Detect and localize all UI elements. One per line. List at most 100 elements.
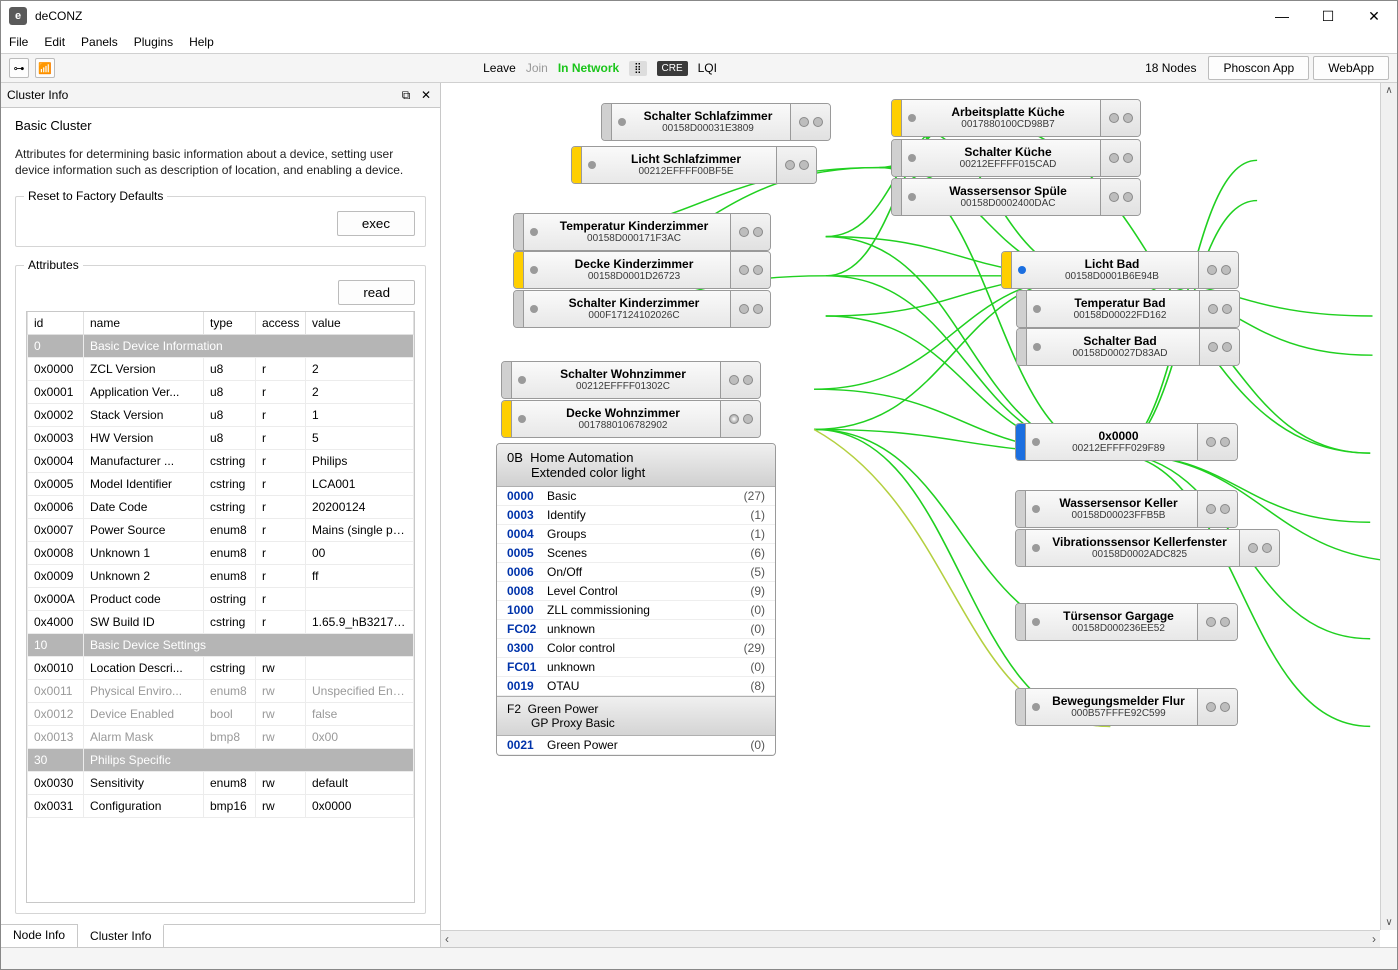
table-row[interactable]: 0x0005Model IdentifiercstringrLCA001 (28, 473, 414, 496)
col-type[interactable]: type (204, 312, 256, 335)
cluster-row[interactable]: 0300Color control(29) (497, 639, 775, 658)
canvas-scrollbar-horizontal[interactable]: ‹› (441, 930, 1380, 947)
cluster-row[interactable]: FC01unknown(0) (497, 658, 775, 677)
close-button[interactable]: ✕ (1351, 1, 1397, 31)
network-node[interactable]: Licht Schlafzimmer 00212EFFFF00BF5E (571, 146, 817, 184)
network-node[interactable]: Schalter Bad 00158D00027D83AD (1016, 328, 1240, 366)
network-canvas[interactable]: 0B Home Automation Extended color light0… (441, 83, 1397, 947)
menu-help[interactable]: Help (189, 35, 214, 49)
cre-badge[interactable]: CRE (657, 61, 688, 76)
table-row[interactable]: 0x0000ZCL Versionu8r2 (28, 358, 414, 381)
network-node[interactable]: Wassersensor Keller 00158D00023FFB5B (1015, 490, 1238, 528)
table-row[interactable]: 0x0011Physical Enviro...enum8rwUnspecifi… (28, 680, 414, 703)
cluster-row[interactable]: 0019OTAU(8) (497, 677, 775, 696)
network-node[interactable]: Bewegungsmelder Flur 000B57FFFE92C599 (1015, 688, 1238, 726)
menu-file[interactable]: File (9, 35, 28, 49)
col-access[interactable]: access (256, 312, 306, 335)
canvas-scrollbar-vertical[interactable]: ∧ ∨ (1380, 83, 1397, 930)
tab-cluster-info[interactable]: Cluster Info (78, 924, 164, 947)
network-node[interactable]: Schalter Kinderzimmer 000F17124102026C (513, 290, 771, 328)
node-endpoint-box[interactable] (720, 362, 760, 398)
table-row[interactable]: 0x0006Date Codecstringr20200124 (28, 496, 414, 519)
connect-icon[interactable]: ⊶ (9, 58, 29, 78)
maximize-button[interactable]: ☐ (1305, 1, 1351, 31)
panel-popout-icon[interactable]: ⧉ (398, 87, 414, 103)
network-node[interactable]: Schalter Küche 00212EFFFF015CAD (891, 139, 1141, 177)
panel-close-icon[interactable]: ✕ (418, 87, 434, 103)
minimize-button[interactable]: — (1259, 1, 1305, 31)
table-row[interactable]: 0x0030Sensitivityenum8rwdefault (28, 772, 414, 795)
table-row[interactable]: 0x0007Power Sourceenum8rMains (single ph… (28, 519, 414, 542)
menu-plugins[interactable]: Plugins (134, 35, 173, 49)
cluster-row[interactable]: 0008Level Control(9) (497, 582, 775, 601)
node-endpoint-box[interactable] (730, 252, 770, 288)
network-node[interactable]: Arbeitsplatte Küche 0017880100CD98B7 (891, 99, 1141, 137)
node-endpoint-box[interactable] (1198, 252, 1238, 288)
cluster-row[interactable]: 0005Scenes(6) (497, 544, 775, 563)
node-endpoint-box[interactable] (1100, 140, 1140, 176)
cluster-row[interactable]: 0000Basic(27) (497, 487, 775, 506)
network-node[interactable]: Temperatur Bad 00158D00022FD162 (1016, 290, 1240, 328)
table-row[interactable]: 0x000AProduct codeostringr (28, 588, 414, 611)
table-row[interactable]: 0x0001Application Ver...u8r2 (28, 381, 414, 404)
node-endpoint-box[interactable] (1100, 179, 1140, 215)
cluster-row[interactable]: 0004Groups(1) (497, 525, 775, 544)
node-endpoint-box[interactable] (790, 104, 830, 140)
col-name[interactable]: name (84, 312, 204, 335)
phoscon-button[interactable]: Phoscon App (1208, 56, 1309, 80)
node-endpoint-box[interactable] (1197, 491, 1237, 527)
join-button[interactable]: Join (526, 61, 548, 75)
table-row[interactable]: 0x0009Unknown 2enum8rff (28, 565, 414, 588)
node-color-bar (1016, 530, 1026, 566)
network-node[interactable]: Schalter Schlafzimmer 00158D00031E3809 (601, 103, 831, 141)
node-endpoint-box[interactable] (1197, 689, 1237, 725)
table-row[interactable]: 0x0002Stack Versionu8r1 (28, 404, 414, 427)
table-row[interactable]: 0x0008Unknown 1enum8r00 (28, 542, 414, 565)
cluster-row[interactable]: FC02unknown(0) (497, 620, 775, 639)
table-row[interactable]: 0x0004Manufacturer ...cstringrPhilips (28, 450, 414, 473)
table-row[interactable]: 0x0031Configurationbmp16rw0x0000 (28, 795, 414, 818)
network-node[interactable]: Vibrationssensor Kellerfenster 00158D000… (1015, 529, 1280, 567)
node-endpoint-box[interactable] (1197, 604, 1237, 640)
node-endpoint-box[interactable] (1199, 291, 1239, 327)
network-node[interactable]: Decke Kinderzimmer 00158D0001D26723 (513, 251, 771, 289)
network-node[interactable]: 0x0000 00212EFFFF029F89 (1015, 423, 1238, 461)
menu-panels[interactable]: Panels (81, 35, 118, 49)
titlebar: e deCONZ — ☐ ✕ (1, 1, 1397, 31)
node-endpoint-box[interactable] (1100, 100, 1140, 136)
node-name: Schalter Bad (1047, 335, 1193, 348)
network-node[interactable]: Türsensor Gargage 00158D000236EE52 (1015, 603, 1238, 641)
node-endpoint-box[interactable] (730, 214, 770, 250)
webapp-button[interactable]: WebApp (1313, 56, 1389, 80)
tab-node-info[interactable]: Node Info (1, 925, 78, 947)
node-endpoint-box[interactable] (1197, 424, 1237, 460)
node-endpoint-box[interactable] (1239, 530, 1279, 566)
exec-button[interactable]: exec (337, 211, 415, 236)
read-button[interactable]: read (338, 280, 415, 305)
cluster-row[interactable]: 1000ZLL commissioning(0) (497, 601, 775, 620)
node-endpoint-box[interactable] (720, 401, 760, 437)
network-node[interactable]: Temperatur Kinderzimmer 00158D000171F3AC (513, 213, 771, 251)
node-endpoint-box[interactable] (776, 147, 816, 183)
table-row[interactable]: 0x0012Device Enabledboolrwfalse (28, 703, 414, 726)
node-endpoint-box[interactable] (1199, 329, 1239, 365)
network-node[interactable]: Licht Bad 00158D0001B6E94B (1001, 251, 1239, 289)
cluster-row[interactable]: 0021Green Power(0) (497, 736, 775, 755)
menu-edit[interactable]: Edit (44, 35, 65, 49)
network-node[interactable]: Decke Wohnzimmer 0017880106782902 (501, 400, 761, 438)
table-row[interactable]: 0x0010Location Descri...cstringrw (28, 657, 414, 680)
node-endpoint-box[interactable] (730, 291, 770, 327)
col-value[interactable]: value (306, 312, 414, 335)
table-row[interactable]: 0x4000SW Build IDcstringr1.65.9_hB3217DF… (28, 611, 414, 634)
cluster-row[interactable]: 0003Identify(1) (497, 506, 775, 525)
network-node[interactable]: Schalter Wohnzimmer 00212EFFFF01302C (501, 361, 761, 399)
leave-button[interactable]: Leave (483, 61, 516, 75)
table-row[interactable]: 0x0003HW Versionu8r5 (28, 427, 414, 450)
lqi-label[interactable]: LQI (698, 61, 717, 75)
col-id[interactable]: id (28, 312, 84, 335)
node-address: 00158D0002ADC825 (1046, 549, 1233, 560)
cluster-row[interactable]: 0006On/Off(5) (497, 563, 775, 582)
table-row[interactable]: 0x0013Alarm Maskbmp8rw0x00 (28, 726, 414, 749)
network-node[interactable]: Wassersensor Spüle 00158D0002400DAC (891, 178, 1141, 216)
signal-icon[interactable]: 📶 (35, 58, 55, 78)
